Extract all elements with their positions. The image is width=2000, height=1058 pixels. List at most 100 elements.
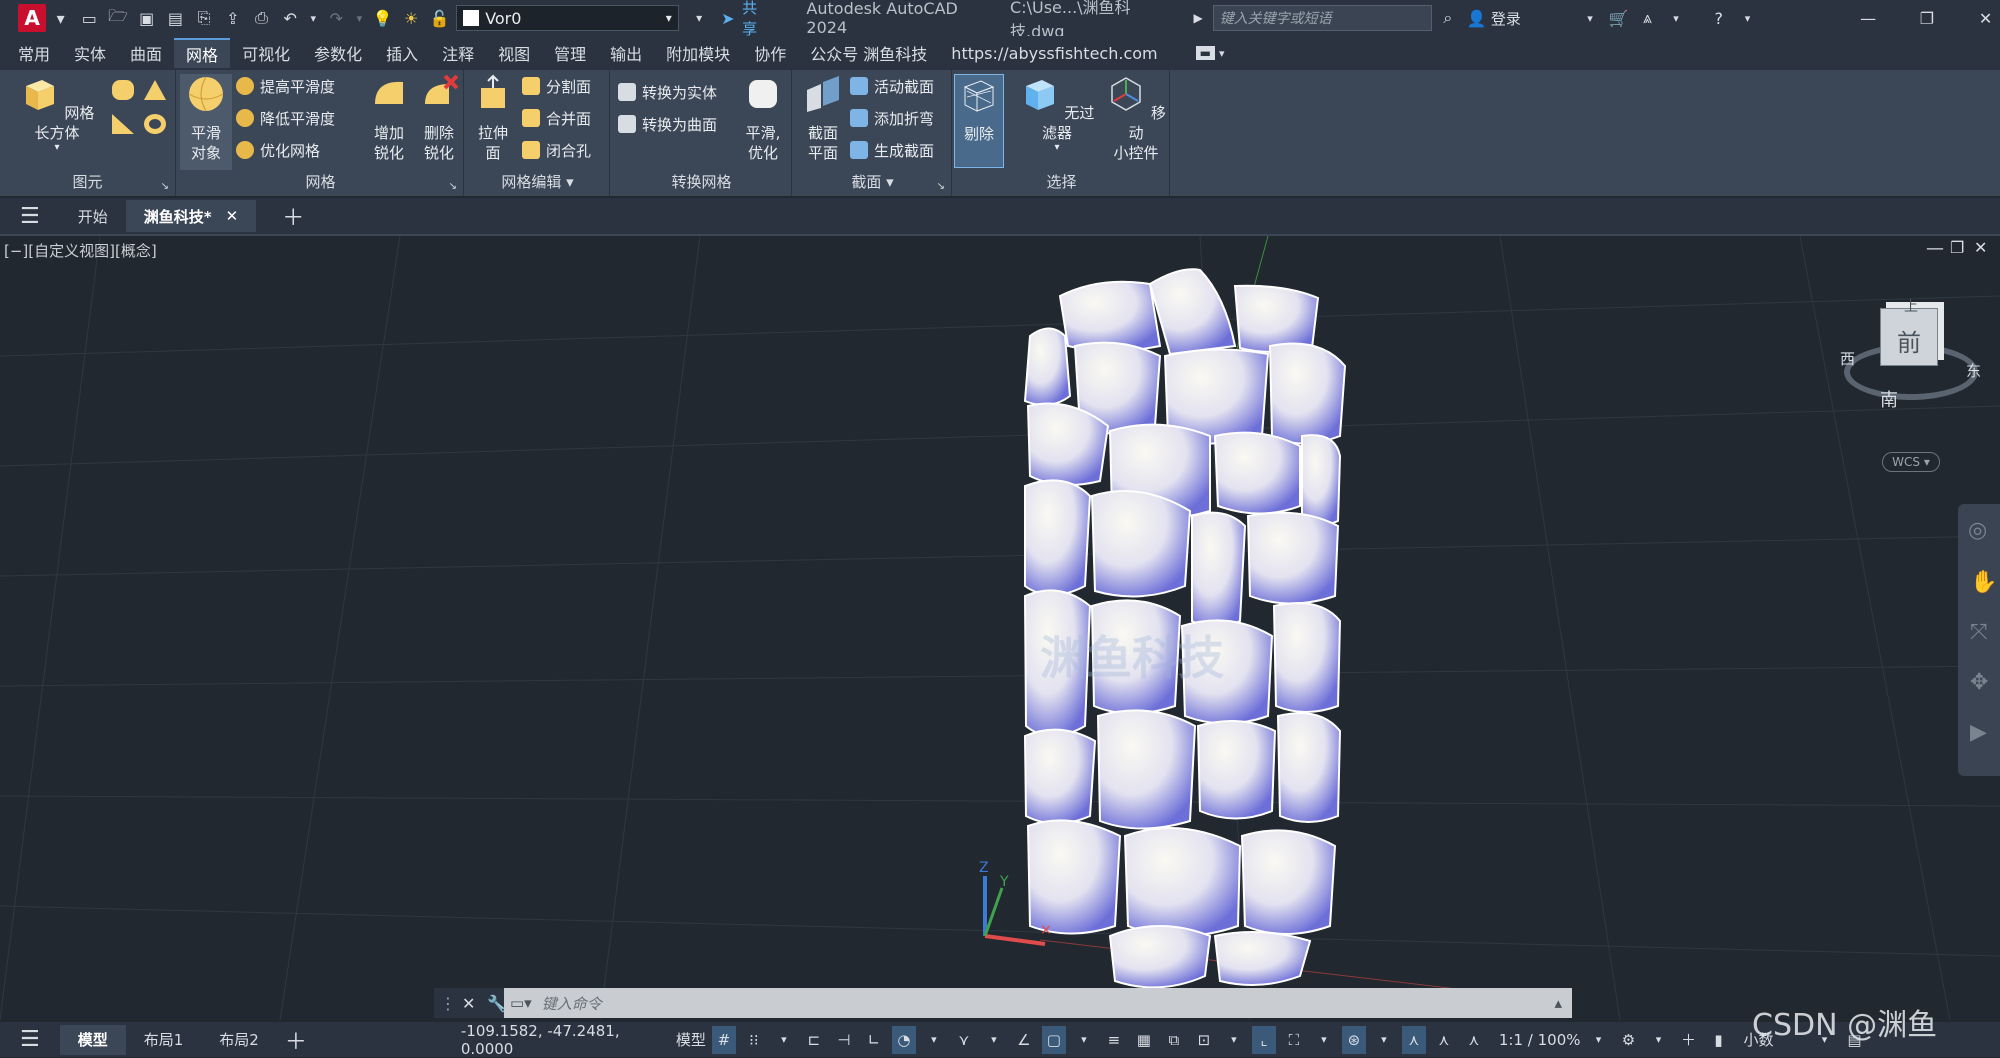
panel-launcher-icon[interactable]: ↘ [161, 181, 169, 192]
mesh-torus-icon[interactable] [144, 114, 166, 134]
cart-icon[interactable]: 🛒 [1608, 7, 1629, 29]
login-dropdown-icon[interactable]: ▾ [1580, 7, 1601, 29]
mesh-box-button[interactable]: 网格长方体 ▾ [14, 74, 100, 153]
annotation-monitor-icon[interactable]: ＋ [1677, 1026, 1701, 1054]
tab-wechat[interactable]: 公众号 渊鱼科技 [798, 38, 939, 68]
search-icon[interactable]: ⌕ [1438, 7, 1459, 29]
add-crease-button[interactable]: 增加 锐化 [362, 74, 416, 163]
coordinates-readout[interactable]: -109.1582, -47.2481, 0.0000 [461, 1022, 673, 1058]
remove-crease-button[interactable]: 删除 锐化 [412, 74, 466, 163]
compass-east-label[interactable]: 东 [1966, 360, 1981, 381]
ribbon-minimize-dropdown-icon[interactable]: ▾ [1219, 47, 1225, 60]
infer-constraints-icon[interactable]: ⊣ [832, 1026, 856, 1054]
app-dropdown-icon[interactable]: ▾ [1666, 7, 1687, 29]
save-as-icon[interactable]: ▤ [165, 7, 186, 29]
voronoi-mesh-model[interactable] [1023, 268, 1347, 989]
viewport-close-icon[interactable]: ✕ [1974, 238, 1987, 257]
transparency-icon[interactable]: ▦ [1132, 1026, 1156, 1054]
publish-icon[interactable]: ⇪ [222, 7, 243, 29]
tab-mesh[interactable]: 网格 [174, 38, 231, 68]
panel-launcher-icon[interactable]: ↘ [449, 181, 457, 192]
hamburger-menu-icon[interactable]: ☰ [20, 204, 40, 229]
tab-surface[interactable]: 曲面 [118, 38, 174, 68]
tab-collaborate[interactable]: 协作 [742, 38, 798, 68]
close-tab-icon[interactable]: ✕ [226, 207, 239, 225]
viewcube[interactable]: 前 上 西 东 南 [1840, 296, 2000, 416]
autodesk-app-icon[interactable]: ⩓ [1637, 7, 1658, 29]
snap-icon[interactable]: ⁝⁝ [742, 1026, 766, 1054]
3d-osnap-icon[interactable]: ⊡ [1192, 1026, 1216, 1054]
print-icon[interactable]: ⎙ [251, 7, 272, 29]
tab-visualize[interactable]: 可视化 [230, 38, 302, 68]
showmotion-icon[interactable]: ▶ [1970, 720, 1987, 745]
gizmo-dropdown-icon[interactable]: ▾ [1372, 1026, 1396, 1054]
panel-title-section[interactable]: 截面 ▾ [794, 171, 951, 192]
no-filter-button[interactable]: 无过滤器 ▾ [1014, 74, 1100, 153]
add-layout-icon[interactable]: ＋ [285, 1024, 307, 1056]
status-menu-icon[interactable]: ☰ [20, 1027, 40, 1052]
tab-parametric[interactable]: 参数化 [302, 38, 374, 68]
redo-dropdown-icon[interactable]: ▾ [355, 7, 364, 29]
chevron-right-icon[interactable]: ▶ [1193, 11, 1202, 25]
units-icon[interactable]: ▮ [1707, 1026, 1731, 1054]
tab-annotate[interactable]: 注释 [430, 38, 486, 68]
wcs-menu[interactable]: WCS ▾ [1882, 452, 1940, 472]
convert-to-surface-button[interactable]: 转换为曲面 [618, 112, 717, 136]
selection-filter-icon[interactable]: ⛶ [1282, 1026, 1306, 1054]
compass-west-label[interactable]: 西 [1840, 348, 1855, 369]
zoom-extents-icon[interactable]: ⤧ [1970, 620, 1988, 645]
close-hole-button[interactable]: 闭合孔 [522, 138, 591, 162]
gizmo-icon[interactable]: ⊛ [1341, 1025, 1366, 1054]
object-snap-tracking-icon[interactable]: ∠ [1012, 1026, 1036, 1054]
login-button[interactable]: 登录 [1491, 8, 1576, 29]
tab-manage[interactable]: 管理 [542, 38, 598, 68]
polar-tracking-icon[interactable]: ◔ [891, 1025, 916, 1054]
scale-dropdown-icon[interactable]: ▾ [1587, 1026, 1611, 1054]
tab-addins[interactable]: 附加模块 [654, 38, 742, 68]
layer-dropdown[interactable]: Vor0 ▾ [456, 5, 679, 31]
command-input[interactable]: 键入命令 [542, 993, 602, 1014]
tab-view[interactable]: 视图 [486, 38, 542, 68]
tab-insert[interactable]: 插入 [374, 38, 430, 68]
layer-lock-icon[interactable]: 🔓 [429, 7, 450, 29]
panel-title-mesh-edit[interactable]: 网格编辑 ▾ [466, 171, 609, 192]
open-folder-icon[interactable]: 🗁 [108, 6, 129, 29]
tab-layout2[interactable]: 布局2 [201, 1025, 277, 1055]
app-menu-chevron-icon[interactable]: ▾ [50, 7, 71, 29]
annotation-visibility-icon[interactable]: ⋏ [1401, 1025, 1426, 1054]
refine-mesh-button[interactable]: 优化网格 [236, 138, 320, 162]
tab-start[interactable]: 开始 [60, 200, 126, 232]
command-history-icon[interactable]: ▭▾ [510, 994, 532, 1012]
command-close-icon[interactable]: ✕ [462, 994, 475, 1013]
grid-icon[interactable]: # [711, 1025, 736, 1054]
undo-dropdown-icon[interactable]: ▾ [309, 7, 318, 29]
minimize-icon[interactable]: — [1858, 7, 1879, 29]
tab-layout1[interactable]: 布局1 [126, 1025, 202, 1055]
isodraft-dropdown-icon[interactable]: ▾ [982, 1026, 1006, 1054]
mesh-wedge-icon[interactable] [112, 114, 134, 134]
generate-section-button[interactable]: 生成截面 [850, 138, 934, 162]
selection-cycling-icon[interactable]: ⧉ [1162, 1026, 1186, 1054]
close-icon[interactable]: ✕ [1975, 7, 1996, 29]
tab-model[interactable]: 模型 [59, 1024, 126, 1055]
live-section-button[interactable]: 活动截面 [850, 74, 934, 98]
share-icon[interactable]: ➤ [717, 7, 738, 29]
customize-qat-icon[interactable]: ▾ [689, 7, 710, 29]
new-file-icon[interactable]: ▭ [79, 7, 100, 29]
annotation-scale-value[interactable]: 1:1 / 100% [1499, 1026, 1581, 1054]
ribbon-minimize-icon[interactable]: ▬ [1195, 46, 1215, 60]
viewcube-face[interactable]: 前 [1880, 308, 1938, 366]
tab-website[interactable]: https://abyssfishtech.com [939, 38, 1169, 68]
tab-output[interactable]: 输出 [598, 38, 654, 68]
orbit-icon[interactable]: ✥ [1970, 670, 1988, 695]
convert-to-solid-button[interactable]: 转换为实体 [618, 80, 717, 104]
model-space-button[interactable]: 模型 [676, 1026, 706, 1054]
compass-south-label[interactable]: 南 [1880, 386, 1898, 412]
command-expand-icon[interactable]: ▴ [1554, 994, 1562, 1012]
undo-icon[interactable]: ↶ [280, 7, 301, 29]
restore-icon[interactable]: ❐ [1917, 7, 1938, 29]
viewport-restore-icon[interactable]: ❐ [1950, 238, 1964, 257]
auto-scale-icon[interactable]: ⋏ [1432, 1026, 1456, 1054]
layer-freeze-icon[interactable]: ☀ [401, 7, 422, 29]
tab-home[interactable]: 常用 [6, 38, 62, 68]
